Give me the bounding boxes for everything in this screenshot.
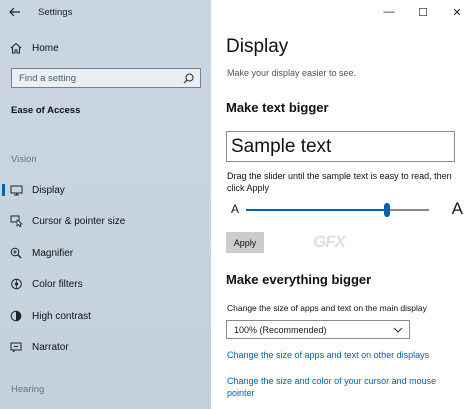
minimize-icon[interactable]: —: [372, 0, 406, 24]
slider-fill: [246, 209, 387, 211]
group-label-hearing: Hearing: [11, 384, 45, 395]
selection-indicator: [2, 184, 5, 196]
nav-home[interactable]: Home: [0, 38, 211, 58]
app-title: Settings: [38, 6, 73, 18]
group-label-vision: Vision: [11, 154, 37, 165]
back-arrow-icon[interactable]: [0, 0, 30, 24]
chevron-down-icon: [393, 325, 403, 335]
sidebar-item-label: Narrator: [32, 341, 69, 353]
scale-dropdown[interactable]: 100% (Recommended): [226, 320, 410, 339]
search-icon[interactable]: [183, 72, 194, 84]
close-icon[interactable]: ✕: [440, 0, 474, 24]
section-heading-text-bigger: Make text bigger: [226, 100, 329, 115]
sidebar-item-display[interactable]: Display: [0, 179, 211, 201]
slider-hint: Drag the slider until the sample text is…: [227, 171, 452, 193]
category-heading: Ease of Access: [11, 105, 81, 116]
slider-thumb[interactable]: [383, 203, 390, 217]
home-icon: [0, 42, 32, 54]
text-size-slider-row: A A: [231, 199, 463, 221]
text-size-slider[interactable]: [246, 203, 429, 217]
dropdown-value: 100% (Recommended): [234, 324, 327, 335]
sidebar-item-magnifier[interactable]: Magnifier: [0, 242, 211, 264]
search-input[interactable]: Find a setting: [11, 68, 201, 88]
sidebar-item-label: Cursor & pointer size: [32, 215, 126, 227]
sidebar-item-narrator[interactable]: Narrator: [0, 336, 211, 358]
sidebar-item-high-contrast[interactable]: High contrast: [0, 305, 211, 327]
apply-button[interactable]: Apply: [226, 232, 264, 253]
selection-indicator: [2, 278, 5, 290]
selection-indicator: [2, 341, 5, 353]
sidebar-item-color-filters[interactable]: Color filters: [0, 273, 211, 295]
title-bar: Settings: [0, 0, 211, 24]
selection-indicator: [2, 310, 5, 322]
search-placeholder: Find a setting: [19, 72, 77, 84]
sample-text-preview: Sample text: [226, 131, 455, 162]
section-heading-everything-bigger: Make everything bigger: [226, 272, 372, 287]
link-cursor-settings[interactable]: Change the size and color of your cursor…: [227, 375, 457, 399]
sidebar-item-label: High contrast: [32, 310, 91, 322]
window-controls: — ☐ ✕: [372, 0, 474, 24]
sidebar-item-label: Display: [32, 184, 65, 196]
watermark-logo: GFX: [313, 232, 346, 251]
scale-field-label: Change the size of apps and text on the …: [227, 303, 427, 313]
maximize-icon[interactable]: ☐: [406, 0, 440, 24]
selection-indicator: [2, 247, 5, 259]
page-title: Display: [226, 36, 289, 57]
selection-indicator: [2, 215, 5, 227]
sample-text: Sample text: [231, 135, 332, 157]
page-subtitle: Make your display easier to see.: [227, 68, 357, 78]
sidebar: Settings Home Find a setting Ease of Acc…: [0, 0, 211, 409]
sidebar-item-label: Color filters: [32, 278, 83, 290]
main-panel: — ☐ ✕ Display Make your display easier t…: [211, 0, 474, 409]
link-other-displays[interactable]: Change the size of apps and text on othe…: [227, 349, 457, 361]
slider-max-label: A: [451, 199, 463, 218]
sidebar-item-cursor[interactable]: Cursor & pointer size: [0, 210, 211, 232]
home-label: Home: [32, 42, 59, 54]
sidebar-item-label: Magnifier: [32, 247, 74, 259]
slider-min-label: A: [231, 202, 240, 216]
